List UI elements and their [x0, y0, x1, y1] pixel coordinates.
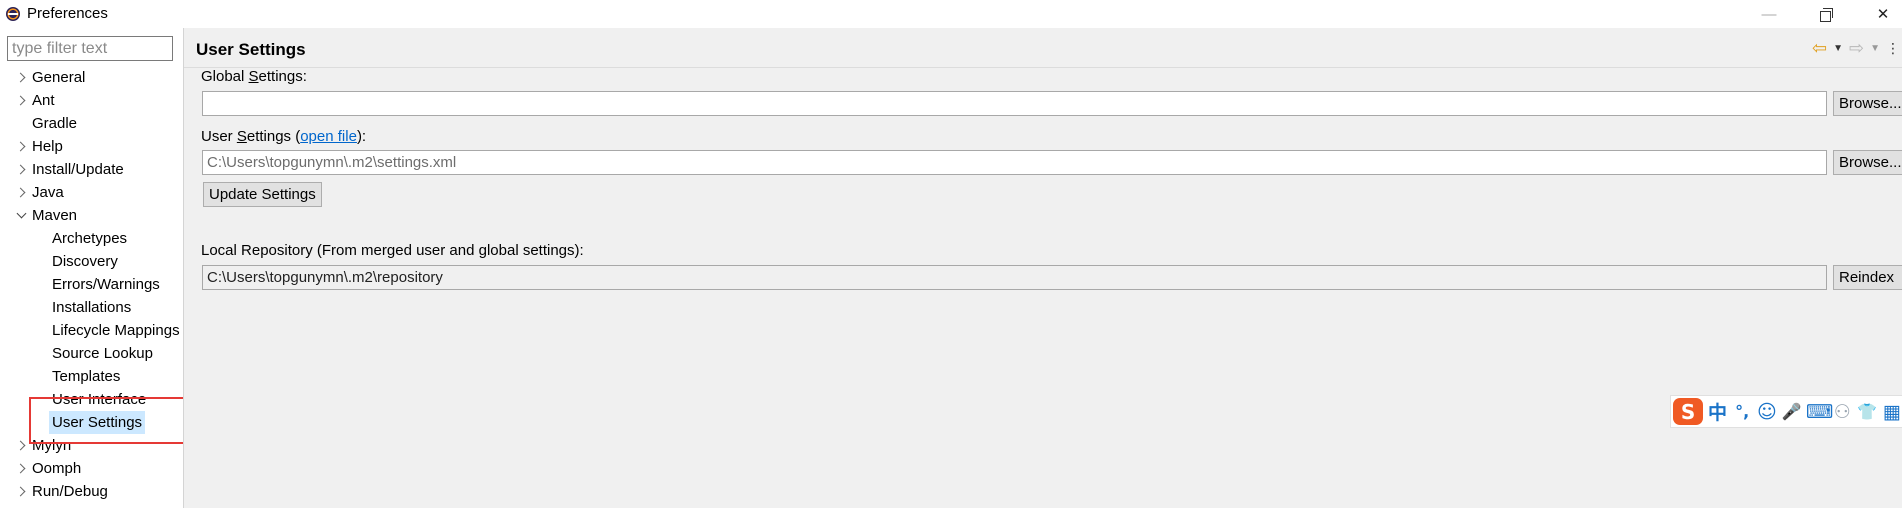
chevron-right-icon[interactable]: [15, 457, 27, 480]
restore-icon: [1819, 7, 1833, 22]
chevron-right-icon[interactable]: [15, 480, 27, 503]
chevron-right-icon[interactable]: [15, 434, 27, 457]
local-repository-label: Local Repository (From merged user and g…: [201, 242, 584, 259]
title-bar: Preferences — ✕: [0, 0, 1902, 28]
tree-item-label: Ant: [32, 92, 55, 109]
chevron-right-icon[interactable]: [15, 66, 27, 89]
preference-page: User Settings ⇦ ▼ ⇨ ▼ ⋮ Global Settings:…: [184, 28, 1902, 508]
tree-item-label: Lifecycle Mappings: [52, 322, 180, 339]
tree-item-user-settings[interactable]: User Settings: [0, 411, 183, 434]
tree-item-java[interactable]: Java: [0, 181, 183, 204]
microphone-icon[interactable]: 🎤: [1781, 402, 1802, 421]
tree-item-label: Discovery: [52, 253, 118, 270]
emoji-icon[interactable]: ☺: [1757, 401, 1778, 423]
chevron-right-icon[interactable]: [15, 89, 27, 112]
tree-item-discovery[interactable]: Discovery: [0, 250, 183, 273]
tree-item-label: Templates: [52, 368, 121, 385]
tree-item-label: Source Lookup: [52, 345, 153, 362]
tree-item-label: Installations: [52, 299, 132, 316]
preferences-tree: General Ant Gradle Help Install/Update Java Ma…: [0, 66, 183, 503]
chinese-mode-icon[interactable]: 中: [1707, 398, 1728, 425]
tree-item-source-lookup[interactable]: Source Lookup: [0, 342, 183, 365]
tree-item-help[interactable]: Help: [0, 135, 183, 158]
tree-item-gradle[interactable]: Gradle: [0, 112, 183, 135]
tree-item-installations[interactable]: Installations: [0, 296, 183, 319]
tree-item-archetypes[interactable]: Archetypes: [0, 227, 183, 250]
punctuation-icon[interactable]: °,: [1732, 402, 1753, 421]
forward-dropdown-icon[interactable]: ▼: [1870, 43, 1880, 54]
chevron-down-icon[interactable]: [15, 204, 27, 227]
tree-item-label: General: [32, 69, 86, 86]
tree-item-maven[interactable]: Maven: [0, 204, 183, 227]
tree-item-label: Java: [32, 184, 64, 201]
tree-item-general[interactable]: General: [0, 66, 183, 89]
tree-item-mylyn[interactable]: Mylyn: [0, 434, 183, 457]
global-browse-button[interactable]: Browse...: [1833, 91, 1902, 116]
update-settings-button[interactable]: Update Settings: [203, 182, 322, 207]
tree-item-label: Mylyn: [32, 437, 72, 454]
ime-toolbar: S 中 °, ☺ 🎤 ⌨ ⚇ 👕 ▦: [1670, 395, 1902, 428]
close-button[interactable]: ✕: [1860, 0, 1902, 28]
local-repository-field: C:\Users\topgunymn\.m2\repository: [202, 265, 1827, 290]
tree-item-run-debug[interactable]: Run/Debug: [0, 480, 183, 503]
tree-item-lifecycle-mappings[interactable]: Lifecycle Mappings: [0, 319, 183, 342]
filter-input[interactable]: [7, 36, 173, 61]
tree-item-label: Errors/Warnings: [52, 276, 160, 293]
tree-item-install-update[interactable]: Install/Update: [0, 158, 183, 181]
tree-item-label: Help: [32, 138, 63, 155]
keyboard-icon[interactable]: ⌨: [1806, 401, 1833, 423]
page-title: User Settings: [196, 40, 306, 59]
tree-item-oomph[interactable]: Oomph: [0, 457, 183, 480]
skin-shirt-icon[interactable]: 👕: [1857, 402, 1878, 421]
user-settings-field[interactable]: C:\Users\topgunymn\.m2\settings.xml: [202, 150, 1827, 175]
chevron-right-icon[interactable]: [15, 158, 27, 181]
global-settings-field[interactable]: [202, 91, 1827, 116]
tree-item-ant[interactable]: Ant: [0, 89, 183, 112]
chevron-right-icon[interactable]: [15, 181, 27, 204]
tree-item-errors-warnings[interactable]: Errors/Warnings: [0, 273, 183, 296]
tree-item-label: User Interface: [52, 391, 147, 408]
tree-item-user-interface[interactable]: User Interface: [0, 388, 183, 411]
back-arrow-icon[interactable]: ⇦: [1812, 38, 1827, 59]
tree-item-label: Install/Update: [32, 161, 124, 178]
user-browse-button[interactable]: Browse...: [1833, 150, 1902, 175]
back-dropdown-icon[interactable]: ▼: [1833, 43, 1843, 54]
chevron-right-icon[interactable]: [15, 135, 27, 158]
reindex-button[interactable]: Reindex: [1833, 265, 1902, 290]
page-header: User Settings ⇦ ▼ ⇨ ▼ ⋮: [184, 28, 1902, 68]
view-menu-icon[interactable]: ⋮: [1886, 40, 1900, 57]
open-file-link[interactable]: open file: [300, 128, 357, 145]
toolbox-grid-icon[interactable]: ▦: [1881, 401, 1902, 423]
minimize-button[interactable]: —: [1746, 0, 1792, 28]
tree-item-label: Run/Debug: [32, 483, 108, 500]
user-settings-label: User Settings (open file):: [201, 128, 367, 145]
tree-item-label: User Settings: [49, 411, 146, 434]
eclipse-app-icon: [6, 7, 20, 21]
tree-item-templates[interactable]: Templates: [0, 365, 183, 388]
tree-item-label: Gradle: [32, 115, 78, 132]
window-title: Preferences: [27, 5, 108, 22]
forward-arrow-icon[interactable]: ⇨: [1849, 38, 1864, 59]
restore-button[interactable]: [1802, 0, 1848, 28]
user-account-icon[interactable]: ⚇: [1832, 401, 1853, 423]
page-nav-toolbar: ⇦ ▼ ⇨ ▼ ⋮: [1812, 38, 1902, 58]
tree-item-label: Archetypes: [52, 230, 128, 247]
tree-item-label: Oomph: [32, 460, 82, 477]
sogou-logo-icon[interactable]: S: [1673, 398, 1704, 425]
tree-item-label: Maven: [32, 207, 78, 224]
global-settings-label: Global Settings:: [201, 68, 307, 85]
preferences-tree-panel: General Ant Gradle Help Install/Update Java Ma…: [0, 28, 183, 508]
